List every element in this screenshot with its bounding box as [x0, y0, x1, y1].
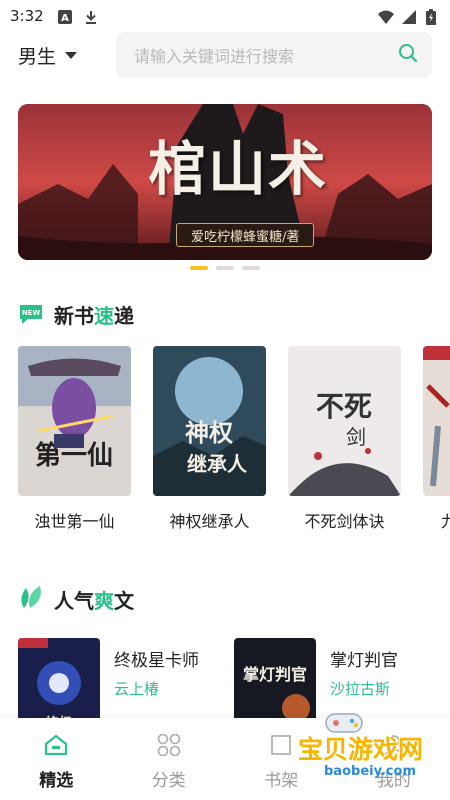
category-grid-icon [157, 733, 181, 760]
watermark: 宝贝游戏网 baobeiy.com [296, 708, 446, 794]
tab-category[interactable]: 分类 [113, 718, 226, 800]
book-name: 不死剑体诀 [304, 512, 385, 531]
signal-icon [402, 9, 416, 24]
status-time: 3:32 [10, 7, 44, 25]
svg-text:剑: 剑 [346, 425, 366, 449]
book-name: 九 [441, 512, 450, 531]
section-title: 新书速递 [54, 304, 134, 328]
hot-book-item[interactable]: 终极 终极星卡师 云上椿 [18, 638, 218, 738]
book-name: 终极星卡师 [114, 651, 199, 671]
hot-books-header: 人气爽文 [18, 584, 134, 614]
book-card[interactable]: 不死 剑 不死剑体诀 [288, 346, 401, 532]
svg-text:不死: 不死 [316, 390, 372, 423]
book-cover [423, 346, 450, 496]
book-cover: 神权 继承人 [153, 346, 266, 496]
search-input[interactable]: 请输入关键词进行搜索 [116, 32, 432, 78]
home-icon [44, 734, 68, 760]
bookshelf-icon [269, 734, 293, 760]
svg-text:神权: 神权 [185, 418, 233, 447]
caret-down-icon [64, 44, 78, 66]
search-icon[interactable] [398, 43, 418, 67]
carousel-dot [216, 266, 234, 270]
tab-label: 精选 [39, 771, 74, 791]
watermark-title: 宝贝游戏网 [298, 735, 424, 764]
search-placeholder: 请输入关键词进行搜索 [134, 47, 295, 66]
book-name: 浊世第一仙 [34, 512, 115, 531]
book-name: 掌灯判官 [330, 651, 398, 671]
book-author: 沙拉古斯 [330, 680, 391, 698]
wifi-icon [378, 9, 394, 24]
svg-text:A: A [61, 13, 69, 24]
carousel-dot-active [190, 266, 208, 270]
banner-carousel[interactable]: 棺山术 爱吃柠檬蜂蜜糖/著 [18, 104, 432, 260]
book-cover: 不死 剑 [288, 346, 401, 496]
svg-text:NEW: NEW [22, 309, 41, 317]
tab-label: 分类 [151, 771, 186, 791]
tab-featured[interactable]: 精选 [0, 718, 113, 800]
book-cover: 第一仙 [18, 346, 131, 496]
new-books-header: NEW 新书速递 [18, 300, 134, 329]
leaf-icon [18, 584, 44, 614]
tab-label: 书架 [264, 771, 299, 791]
new-badge-icon: NEW [18, 301, 44, 329]
header: 男生 请输入关键词进行搜索 [0, 32, 450, 78]
font-icon: A [57, 9, 72, 24]
svg-text:掌灯判官: 掌灯判官 [243, 665, 307, 684]
book-name: 神权继承人 [169, 512, 250, 531]
status-bar: 3:32 A [0, 0, 450, 32]
section-title: 人气爽文 [54, 588, 134, 613]
carousel-indicator [0, 266, 450, 270]
download-icon [84, 9, 98, 24]
new-books-list: 第一仙 浊世第一仙 神权 继承人 神权继承人 不死 剑 不死剑体诀 九 [18, 346, 450, 536]
battery-icon [426, 9, 440, 25]
svg-text:继承人: 继承人 [187, 452, 248, 476]
book-card[interactable]: 第一仙 浊世第一仙 [18, 346, 131, 532]
carousel-dot [242, 266, 260, 270]
gender-label: 男生 [18, 45, 57, 68]
banner-author: 爱吃柠檬蜂蜜糖/著 [176, 223, 315, 247]
banner-title: 棺山术 [148, 135, 329, 203]
gender-selector[interactable]: 男生 [18, 42, 104, 69]
book-author: 云上椿 [114, 680, 160, 698]
book-card[interactable]: 九 [423, 346, 450, 532]
watermark-url: baobeiy.com [324, 764, 416, 779]
book-card[interactable]: 神权 继承人 神权继承人 [153, 346, 266, 532]
